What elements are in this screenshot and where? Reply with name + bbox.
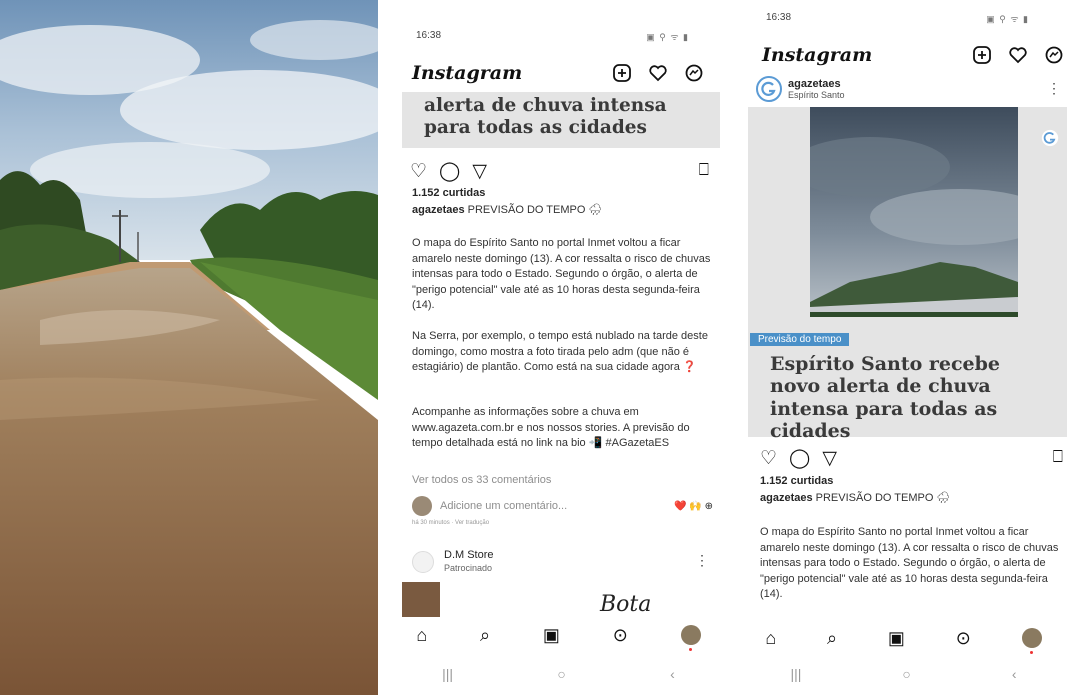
status-bar: 16:38 ▣ ⚲ ᯤ ▮: [740, 12, 1067, 30]
comment-icon[interactable]: ◯: [789, 447, 810, 470]
more-options-icon[interactable]: ⋮: [1047, 80, 1061, 97]
caption-lead: PREVISÃO DO TEMPO 🌧: [815, 492, 951, 504]
heart-icon[interactable]: [1007, 44, 1029, 66]
status-bar: 16:38 ▣ ⚲ ᯤ ▮: [390, 30, 727, 48]
search-icon[interactable]: ⌕: [480, 625, 490, 646]
user-avatar: [412, 496, 432, 516]
cloudy-mountain-photo: [810, 107, 1018, 317]
post-image-headline: alerta de chuva intensa para todas as ci…: [402, 92, 720, 148]
status-icons: ▣ ⚲ ᯤ ▮: [986, 14, 1029, 24]
caption-paragraph-1: O mapa do Espírito Santo no portal Inmet…: [412, 237, 711, 311]
share-icon[interactable]: ▽: [822, 447, 837, 470]
new-post-icon[interactable]: [611, 62, 633, 84]
gazeta-watermark-icon: [1041, 129, 1059, 147]
headline-text: alerta de chuva intensa para todas as ci…: [424, 95, 667, 138]
shop-icon[interactable]: ⊙: [613, 625, 628, 646]
search-icon[interactable]: ⌕: [827, 628, 837, 649]
gazeta-logo-icon: [761, 81, 776, 96]
recents-button[interactable]: |||: [442, 666, 453, 682]
likes-count[interactable]: 1.152 curtidas: [412, 187, 485, 199]
comment-icon[interactable]: ◯: [439, 160, 460, 183]
caption-lead: PREVISÃO DO TEMPO 🌧: [467, 204, 603, 216]
post-actions: ♡ ◯ ▽ ⎕: [740, 447, 1067, 473]
caption-paragraph-3: Acompanhe as informações sobre a chuva e…: [412, 406, 690, 449]
system-nav: ||| ○ ‹: [740, 664, 1067, 684]
caption-paragraph-2: Na Serra, por exemplo, o tempo está nubl…: [412, 330, 708, 373]
reels-icon[interactable]: ▣: [543, 625, 560, 646]
like-icon[interactable]: ♡: [410, 160, 427, 183]
sponsored-header: D.M Store Patrocinado ⋮: [412, 546, 713, 576]
phone-screen-caption: 16:38 ▣ ⚲ ᯤ ▮ Instagram alerta de chuva …: [390, 0, 727, 695]
caption-account[interactable]: agazetaes: [412, 204, 465, 216]
system-nav: ||| ○ ‹: [390, 664, 727, 684]
bottom-nav: ⌂ ⌕ ▣ ⊙: [390, 617, 727, 653]
status-icons: ▣ ⚲ ᯤ ▮: [646, 32, 689, 42]
account-avatar[interactable]: [756, 76, 782, 102]
status-time: 16:38: [766, 12, 792, 23]
messenger-icon[interactable]: [1043, 44, 1065, 66]
quick-reactions[interactable]: ❤️ 🙌 ⊕: [674, 501, 713, 512]
caption-account[interactable]: agazetaes: [760, 492, 813, 504]
instagram-logo: Instagram: [412, 62, 523, 84]
recents-button[interactable]: |||: [790, 666, 801, 682]
ad-preview-text: Bota: [600, 592, 652, 617]
instagram-logo: Instagram: [762, 44, 873, 66]
phone-screen-post: 16:38 ▣ ⚲ ᯤ ▮ Instagram agazetaes Espíri…: [740, 0, 1067, 695]
home-button[interactable]: ○: [902, 666, 910, 682]
sponsored-label: Patrocinado: [444, 563, 493, 573]
profile-icon[interactable]: [680, 625, 701, 651]
caption-paragraph-1: O mapa do Espírito Santo no portal Inmet…: [760, 526, 1059, 600]
post-image: Previsão do tempo Espírito Santo recebe …: [748, 107, 1067, 442]
back-button[interactable]: ‹: [1012, 666, 1017, 682]
home-button[interactable]: ○: [557, 666, 565, 682]
back-button[interactable]: ‹: [670, 666, 675, 682]
like-icon[interactable]: ♡: [760, 447, 777, 470]
flooded-road-photo: [0, 0, 378, 695]
messenger-icon[interactable]: [683, 62, 705, 84]
add-comment-row[interactable]: Adicione um comentário... ❤️ 🙌 ⊕: [412, 494, 713, 518]
ad-thumbnail: [402, 582, 440, 618]
bookmark-icon[interactable]: ⎕: [699, 160, 709, 180]
add-comment-input[interactable]: Adicione um comentário...: [440, 500, 674, 512]
heart-icon[interactable]: [647, 62, 669, 84]
headline-text: Espírito Santo recebe novo alerta de chu…: [770, 353, 1001, 443]
post-account-name[interactable]: agazetaes: [788, 78, 841, 90]
caption-header: agazetaes PREVISÃO DO TEMPO 🌧: [412, 203, 712, 219]
view-comments-link[interactable]: Ver todos os 33 comentários: [412, 473, 712, 489]
bottom-nav: ⌂ ⌕ ▣ ⊙: [740, 620, 1067, 656]
bookmark-icon[interactable]: ⎕: [1053, 447, 1063, 467]
more-options-icon[interactable]: ⋮: [695, 552, 709, 569]
post-time: há 30 minutos · Ver tradução: [412, 520, 490, 526]
category-tag: Previsão do tempo: [750, 333, 850, 346]
app-bar: Instagram: [390, 56, 727, 92]
app-bar: Instagram: [740, 38, 1067, 74]
home-icon[interactable]: ⌂: [765, 628, 776, 649]
likes-count[interactable]: 1.152 curtidas: [760, 475, 833, 487]
home-icon[interactable]: ⌂: [416, 625, 427, 646]
share-icon[interactable]: ▽: [472, 160, 487, 183]
store-logo: [412, 551, 434, 573]
reels-icon[interactable]: ▣: [888, 628, 905, 649]
post-actions: ♡ ◯ ▽ ⎕: [390, 160, 727, 186]
shop-icon[interactable]: ⊙: [956, 628, 971, 649]
new-post-icon[interactable]: [971, 44, 993, 66]
post-location[interactable]: Espírito Santo: [788, 90, 845, 100]
caption-header: agazetaes PREVISÃO DO TEMPO 🌧: [760, 491, 1060, 507]
status-time: 16:38: [416, 30, 442, 41]
profile-icon[interactable]: [1021, 628, 1042, 654]
sponsor-name[interactable]: D.M Store: [444, 549, 494, 561]
